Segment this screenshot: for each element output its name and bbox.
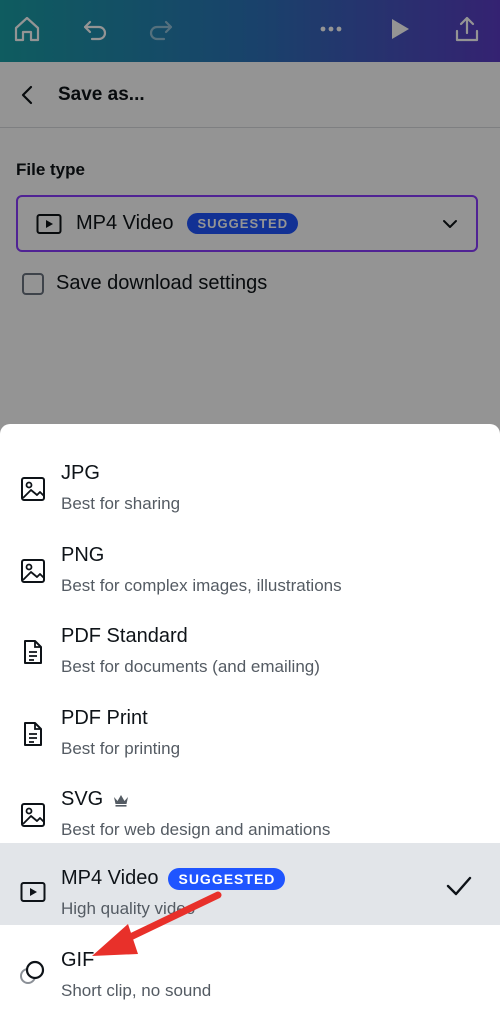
option-title: PNG <box>61 544 105 566</box>
option-mp4-video[interactable]: MP4 Video SUGGESTED High quality video <box>0 843 500 925</box>
option-title-text: MP4 Video <box>61 867 159 889</box>
suggested-badge: SUGGESTED <box>168 867 286 890</box>
video-icon <box>20 882 46 902</box>
file-type-sheet: JPG Best for sharing PNG Best for comple… <box>0 424 500 1018</box>
option-subtitle: High quality video <box>61 899 196 918</box>
option-title: JPG <box>61 462 100 484</box>
option-title: SVG <box>61 788 129 811</box>
image-icon <box>21 559 45 583</box>
checkmark-icon <box>446 876 472 896</box>
image-icon <box>21 477 45 501</box>
option-gif[interactable]: GIF Short clip, no sound <box>0 925 500 1007</box>
option-title: GIF <box>61 949 95 971</box>
option-svg[interactable]: SVG Best for web design and animations <box>0 764 500 846</box>
image-icon <box>21 803 45 827</box>
option-title: MP4 Video SUGGESTED <box>61 867 286 890</box>
option-subtitle: Short clip, no sound <box>61 981 212 1000</box>
option-subtitle: Best for documents (and emailing) <box>61 657 320 676</box>
option-subtitle: Best for complex images, illustrations <box>61 576 342 595</box>
option-subtitle: Best for sharing <box>61 494 181 513</box>
crown-icon <box>114 794 129 807</box>
overlay-dim-top <box>0 0 500 62</box>
option-pdf-standard[interactable]: PDF Standard Best for documents (and ema… <box>0 601 500 683</box>
option-title: PDF Standard <box>61 625 188 647</box>
option-png[interactable]: PNG Best for complex images, illustratio… <box>0 520 500 602</box>
document-icon <box>24 640 42 664</box>
option-subtitle: Best for web design and animations <box>61 820 331 839</box>
document-icon <box>24 722 42 746</box>
option-subtitle: Best for printing <box>61 739 181 758</box>
option-title-text: SVG <box>61 788 104 810</box>
option-pdf-print[interactable]: PDF Print Best for printing <box>0 683 500 765</box>
option-jpg[interactable]: JPG Best for sharing <box>0 438 500 520</box>
gif-icon <box>20 960 45 984</box>
option-title: PDF Print <box>61 707 148 729</box>
